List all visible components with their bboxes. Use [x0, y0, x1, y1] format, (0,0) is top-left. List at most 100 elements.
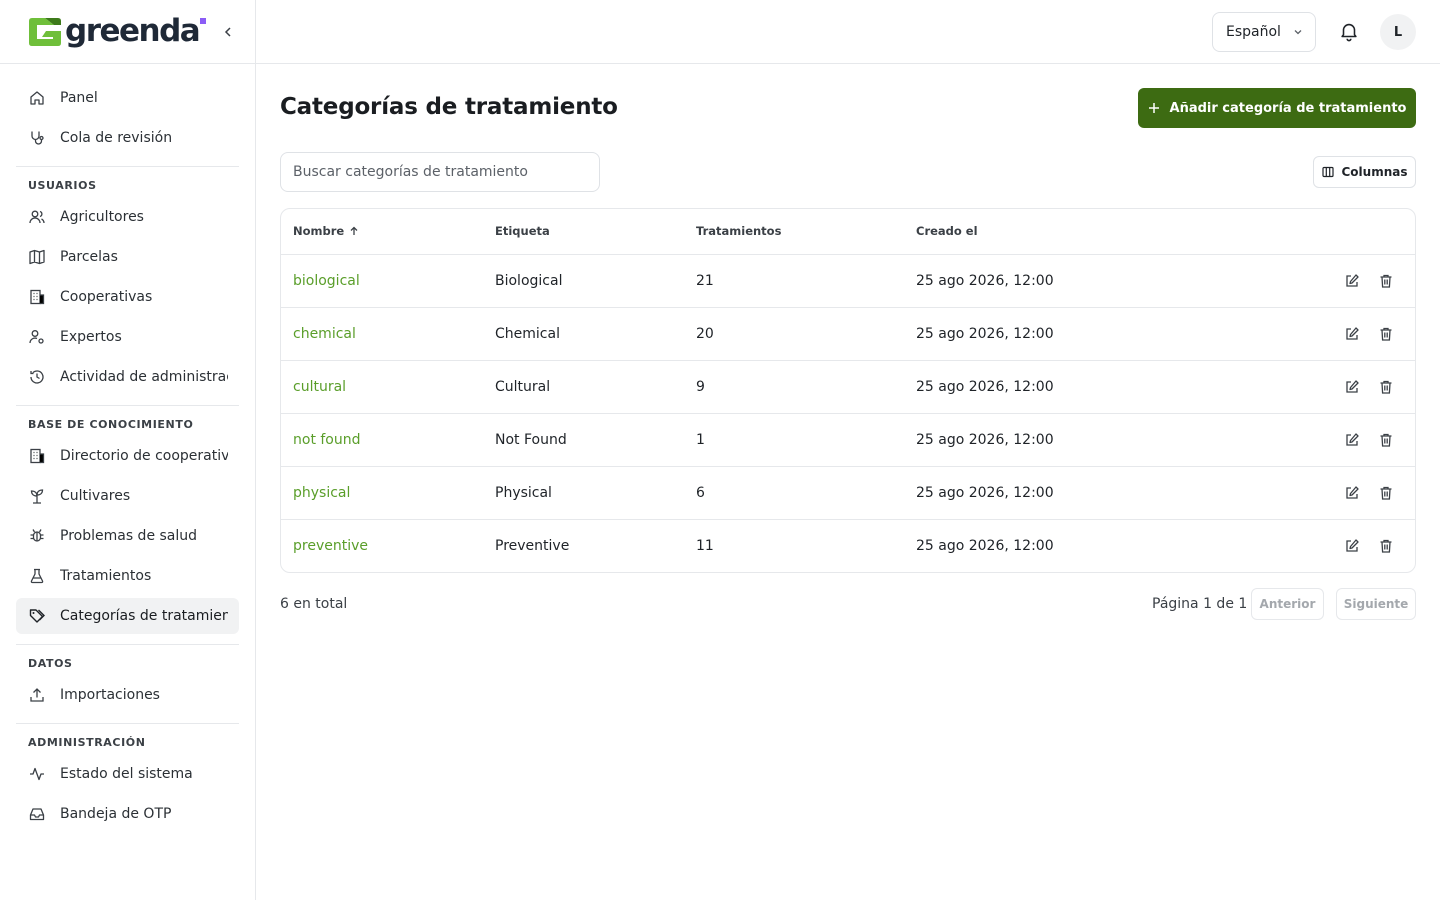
language-value: Español	[1226, 24, 1281, 40]
categories-table: Nombre Etiqueta Tratamientos Creado el b…	[280, 208, 1416, 573]
sidebar-section-title: DATOS	[28, 657, 73, 670]
cell-actions	[1284, 254, 1415, 308]
edit-icon[interactable]	[1343, 537, 1361, 555]
collapse-sidebar-button[interactable]	[218, 22, 238, 42]
edit-icon[interactable]	[1343, 378, 1361, 396]
columns-icon	[1321, 166, 1334, 178]
search-input[interactable]	[280, 152, 600, 192]
sidebar-item-cultivares[interactable]: Cultivares	[16, 478, 239, 514]
plus-icon	[1148, 102, 1160, 114]
table-row: chemical Chemical 20 25 ago 2026, 12:00	[281, 307, 1415, 361]
edit-icon[interactable]	[1343, 272, 1361, 290]
category-link[interactable]: chemical	[293, 326, 356, 342]
sidebar-item-label: Cultivares	[60, 488, 131, 504]
arrow-up-icon	[350, 226, 358, 236]
category-link[interactable]: preventive	[293, 538, 368, 554]
building-icon	[28, 447, 46, 465]
brand-bar: greenda	[0, 0, 255, 64]
chevron-down-icon	[1294, 30, 1302, 35]
table-header-row: Nombre Etiqueta Tratamientos Creado el	[281, 209, 1415, 255]
cell-actions	[1284, 466, 1415, 520]
edit-icon[interactable]	[1343, 431, 1361, 449]
trash-icon[interactable]	[1377, 325, 1395, 343]
category-link[interactable]: physical	[293, 485, 350, 501]
sidebar-section-title: USUARIOS	[28, 179, 97, 192]
edit-icon[interactable]	[1343, 325, 1361, 343]
sidebar-item-expertos[interactable]: Expertos	[16, 319, 239, 355]
cell-name: cultural	[281, 360, 483, 414]
sidebar-divider	[16, 644, 239, 645]
building-icon	[28, 288, 46, 306]
cell-treatments: 20	[684, 307, 904, 361]
sidebar-item-categorias-de-tratamiento[interactable]: Categorías de tratamiento	[16, 598, 239, 634]
next-page-button[interactable]: Siguiente	[1336, 588, 1416, 620]
cell-treatments: 1	[684, 413, 904, 467]
language-select[interactable]: Español	[1212, 12, 1316, 52]
cell-name: biological	[281, 254, 483, 308]
cell-created: 25 ago 2026, 12:00	[916, 537, 1054, 554]
sprout-icon	[28, 487, 46, 505]
sidebar-item-label: Tratamientos	[60, 568, 152, 584]
category-link[interactable]: cultural	[293, 379, 346, 395]
page-info: Página 1 de 1	[1152, 596, 1248, 612]
sidebar-item-parcelas[interactable]: Parcelas	[16, 239, 239, 275]
trash-icon[interactable]	[1377, 537, 1395, 555]
previous-page-button[interactable]: Anterior	[1251, 588, 1324, 620]
cell-created: 25 ago 2026, 12:00	[904, 466, 1284, 520]
column-header-name[interactable]: Nombre	[281, 209, 483, 255]
table-row: cultural Cultural 9 25 ago 2026, 12:00	[281, 360, 1415, 414]
cell-created: 25 ago 2026, 12:00	[904, 307, 1284, 361]
cell-label: Preventive	[495, 537, 570, 554]
trash-icon[interactable]	[1377, 431, 1395, 449]
trash-icon[interactable]	[1377, 272, 1395, 290]
sidebar-item-actividad-de-administracion[interactable]: Actividad de administración	[16, 359, 239, 395]
cell-actions	[1284, 519, 1415, 572]
sidebar-item-label: Directorio de cooperativas	[60, 448, 228, 464]
cell-label: Cultural	[483, 360, 684, 414]
cell-treatments: 6	[684, 466, 904, 520]
columns-button-label: Columnas	[1341, 165, 1408, 179]
notifications-button[interactable]	[1338, 20, 1360, 42]
column-header-treatments[interactable]: Tratamientos	[684, 209, 904, 255]
sidebar-item-label: Estado del sistema	[60, 766, 193, 782]
trash-icon[interactable]	[1377, 378, 1395, 396]
logo-dot	[200, 17, 207, 24]
sidebar-item-cooperativas[interactable]: Cooperativas	[16, 279, 239, 315]
category-link[interactable]: not found	[293, 432, 361, 448]
inbox-icon	[28, 805, 46, 823]
logo[interactable]: greenda	[28, 15, 207, 49]
sidebar-item-label: Bandeja de OTP	[60, 806, 172, 822]
sidebar-item-agricultores[interactable]: Agricultores	[16, 199, 239, 235]
trash-icon[interactable]	[1377, 484, 1395, 502]
category-link[interactable]: biological	[293, 273, 360, 289]
sidebar-item-label: Problemas de salud	[60, 528, 198, 544]
page-title: Categorías de tratamiento	[280, 94, 618, 120]
sidebar-item-problemas-de-salud[interactable]: Problemas de salud	[16, 518, 239, 554]
cell-label: Physical	[483, 466, 684, 520]
sidebar-item-panel[interactable]: Panel	[16, 80, 239, 116]
map-icon	[28, 248, 46, 266]
cell-label: Biological	[483, 254, 684, 308]
edit-icon[interactable]	[1343, 484, 1361, 502]
sidebar-item-cola-de-revision[interactable]: Cola de revisión	[16, 120, 239, 156]
column-header-label-col[interactable]: Etiqueta	[483, 209, 684, 255]
sidebar-section-title: ADMINISTRACIÓN	[28, 736, 146, 749]
sidebar-item-bandeja-de-otp[interactable]: Bandeja de OTP	[16, 796, 239, 832]
add-treatment-category-button[interactable]: Añadir categoría de tratamiento	[1138, 88, 1416, 128]
sidebar-item-directorio-de-cooperativas[interactable]: Directorio de cooperativas	[16, 438, 239, 474]
upload-icon	[28, 686, 46, 704]
sidebar-item-label: Agricultores	[60, 209, 144, 225]
user-avatar[interactable]: L	[1380, 14, 1416, 50]
sidebar-item-importaciones[interactable]: Importaciones	[16, 677, 239, 713]
cell-created: 25 ago 2026, 12:00	[904, 360, 1284, 414]
columns-button[interactable]: Columnas	[1313, 156, 1416, 188]
sidebar-section-title: BASE DE CONOCIMIENTO	[28, 418, 194, 431]
sidebar-item-estado-del-sistema[interactable]: Estado del sistema	[16, 756, 239, 792]
sidebar-item-label: Cola de revisión	[60, 130, 173, 146]
sidebar-item-tratamientos[interactable]: Tratamientos	[16, 558, 239, 594]
tags-icon	[28, 607, 46, 625]
sidebar: greenda Panel Cola de revisión USUARIOS Agr…	[0, 0, 256, 900]
column-header-actions	[1284, 209, 1415, 255]
column-header-created[interactable]: Creado el	[904, 209, 1284, 255]
flask-icon	[28, 567, 46, 585]
